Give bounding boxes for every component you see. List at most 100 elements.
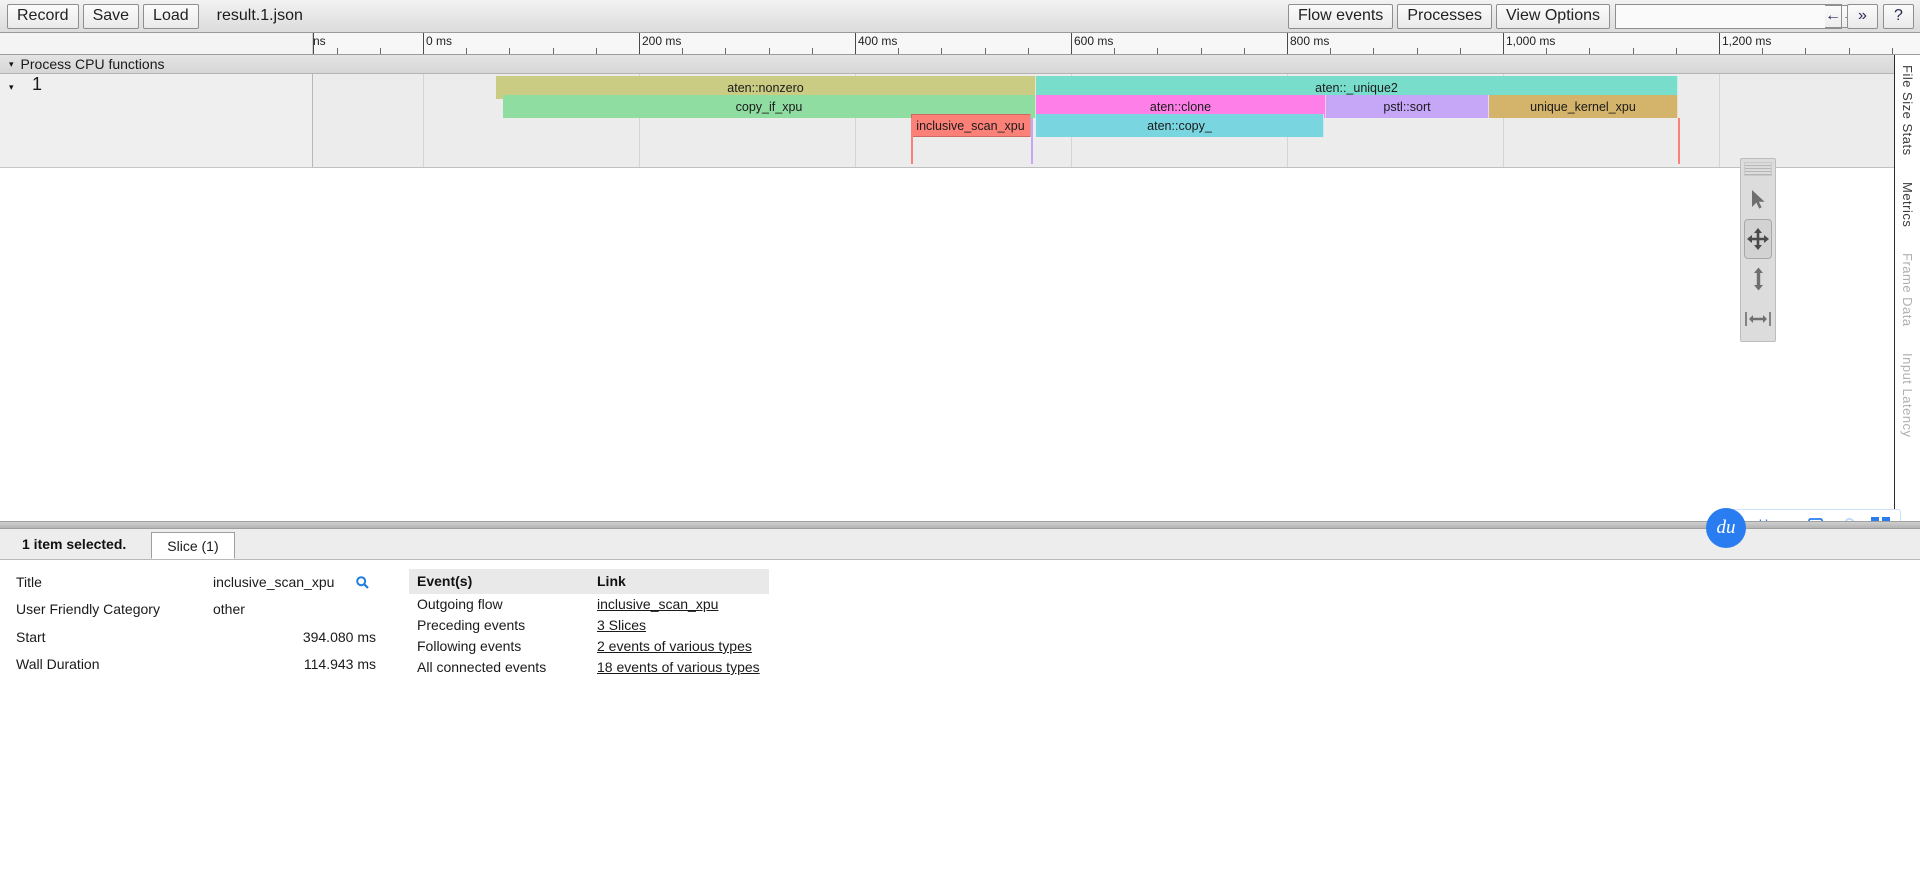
ruler-minor-tick [1762,48,1763,54]
ruler-minor-tick [1546,48,1547,54]
load-button[interactable]: Load [143,4,199,29]
track-label-thread-1[interactable]: ▾ 1 [0,74,313,168]
ruler-minor-tick [1157,48,1158,54]
details-panel: 1 item selected. Slice (1) Titleinclusiv… [0,529,1920,893]
links-header-events: Event(s) [409,569,589,594]
panel-splitter[interactable] [0,521,1920,529]
save-button[interactable]: Save [83,4,139,29]
flame-slice[interactable]: unique_kernel_xpu [1489,95,1678,118]
ruler-minor-tick [1114,48,1115,54]
loaded-filename: result.1.json [217,7,303,25]
rail-tab-file-size-stats[interactable]: File Size Stats [1900,55,1915,172]
tool-strip-drag-handle[interactable] [1744,162,1772,176]
property-row: Titleinclusive_scan_xpu [16,569,401,596]
ruler-tick-label: 1,200 ms [1719,34,1771,48]
link-target[interactable]: 18 events of various types [597,659,760,675]
ruler-minor-tick [1805,48,1806,54]
ruler-minor-tick [985,48,986,54]
flame-slice[interactable]: aten::copy_ [1036,114,1324,137]
track-group-title: Process CPU functions [21,56,165,72]
ruler-minor-tick [466,48,467,54]
ruler-minor-tick [1028,48,1029,54]
cursor-arrow-icon[interactable] [1741,179,1775,219]
ruler-tick-label: 800 ms [1287,34,1329,48]
overflow-menu-button[interactable]: » [1847,4,1878,29]
link-cell: 3 Slices [589,615,769,636]
help-button[interactable]: ? [1883,4,1914,29]
property-key: Start [16,624,213,651]
ruler-minor-tick [1633,48,1634,54]
processes-button[interactable]: Processes [1397,4,1492,29]
rail-tab-frame-data[interactable]: Frame Data [1900,243,1915,343]
ime-logo[interactable]: du [1706,508,1746,548]
side-panel-rail: File Size StatsMetricsFrame DataInput La… [1894,55,1920,521]
link-row: Preceding events3 Slices [409,615,769,636]
property-key: Title [16,569,213,596]
rail-tab-input-latency[interactable]: Input Latency [1900,343,1915,454]
tab-slice[interactable]: Slice (1) [151,532,234,559]
view-options-button[interactable]: View Options [1496,4,1610,29]
arrow-updown-icon[interactable] [1741,259,1775,299]
flame-slice[interactable]: inclusive_scan_xpu [911,114,1031,137]
property-row: Wall Duration114.943 ms [16,651,401,678]
grid-line [423,74,424,168]
time-ruler[interactable]: ns 0 ms200 ms400 ms600 ms800 ms1,000 ms1… [0,33,1920,55]
details-body: Titleinclusive_scan_xpuUser Friendly Cat… [0,560,1920,678]
ruler-minor-tick [1460,48,1461,54]
links-header-link: Link [589,569,769,594]
property-value: 114.943 ms [213,651,401,678]
selection-summary: 1 item selected. [22,536,126,559]
link-event-label: Outgoing flow [409,594,589,615]
ruler-tick-label: 400 ms [855,34,897,48]
flame-chart-canvas[interactable]: aten::nonzeroaten::_unique2copy_if_xpuat… [313,74,1920,168]
link-cell: 18 events of various types [589,657,769,678]
link-event-label: All connected events [409,657,589,678]
slice-links-table: Event(s) Link Outgoing flow inclusive_sca… [409,569,769,678]
link-target[interactable]: inclusive_scan_xpu [597,596,718,612]
ruler-minor-tick [1849,48,1850,54]
link-row: Following events 2 events of various type… [409,636,769,657]
search-prev-button[interactable]: ← [1825,5,1842,28]
ruler-minor-tick [682,48,683,54]
ruler-minor-tick [380,48,381,54]
ruler-minor-tick [812,48,813,54]
ruler-minor-tick [725,48,726,54]
property-key: Wall Duration [16,651,213,678]
ruler-minor-tick [769,48,770,54]
flow-arrow-marker[interactable] [1678,118,1680,164]
property-row: User Friendly Categoryother [16,596,401,623]
flame-slice[interactable]: pstl::sort [1326,95,1489,118]
ruler-minor-tick [337,48,338,54]
pan-move-icon[interactable] [1744,219,1772,259]
property-value: 394.080 ms [213,624,401,651]
rail-tab-metrics[interactable]: Metrics [1900,172,1915,243]
ruler-minor-tick [1417,48,1418,54]
ruler-canvas[interactable]: ns 0 ms200 ms400 ms600 ms800 ms1,000 ms1… [313,33,1920,54]
slice-properties-table: Titleinclusive_scan_xpuUser Friendly Cat… [16,569,401,678]
track-group-header[interactable]: ▾ Process CPU functions X [0,55,1920,74]
ruler-left-gutter [0,33,313,54]
ruler-minor-tick [1589,48,1590,54]
ruler-minor-tick [1676,48,1677,54]
link-cell: 2 events of various types [589,636,769,657]
ruler-minor-tick [596,48,597,54]
flow-arrow-marker[interactable] [1031,118,1033,164]
link-event-label: Following events [409,636,589,657]
link-target[interactable]: 3 Slices [597,617,646,633]
link-target[interactable]: 2 events of various types [597,638,752,654]
ruler-minor-tick [941,48,942,54]
arrow-leftright-icon[interactable] [1741,299,1775,339]
details-tab-bar: 1 item selected. Slice (1) [0,529,1920,560]
flow-arrow-marker[interactable] [911,118,913,164]
search-container: ← → [1615,4,1842,29]
ruler-minor-tick [1244,48,1245,54]
search-input[interactable] [1616,5,1825,28]
grid-line [1719,74,1720,168]
ruler-minor-tick [509,48,510,54]
chevron-down-icon[interactable]: ▾ [9,83,14,92]
chevron-down-icon[interactable]: ▾ [9,60,14,69]
flow-events-button[interactable]: Flow events [1288,4,1393,29]
search-icon[interactable] [334,574,369,590]
ruler-minor-tick [1201,48,1202,54]
record-button[interactable]: Record [7,4,79,29]
